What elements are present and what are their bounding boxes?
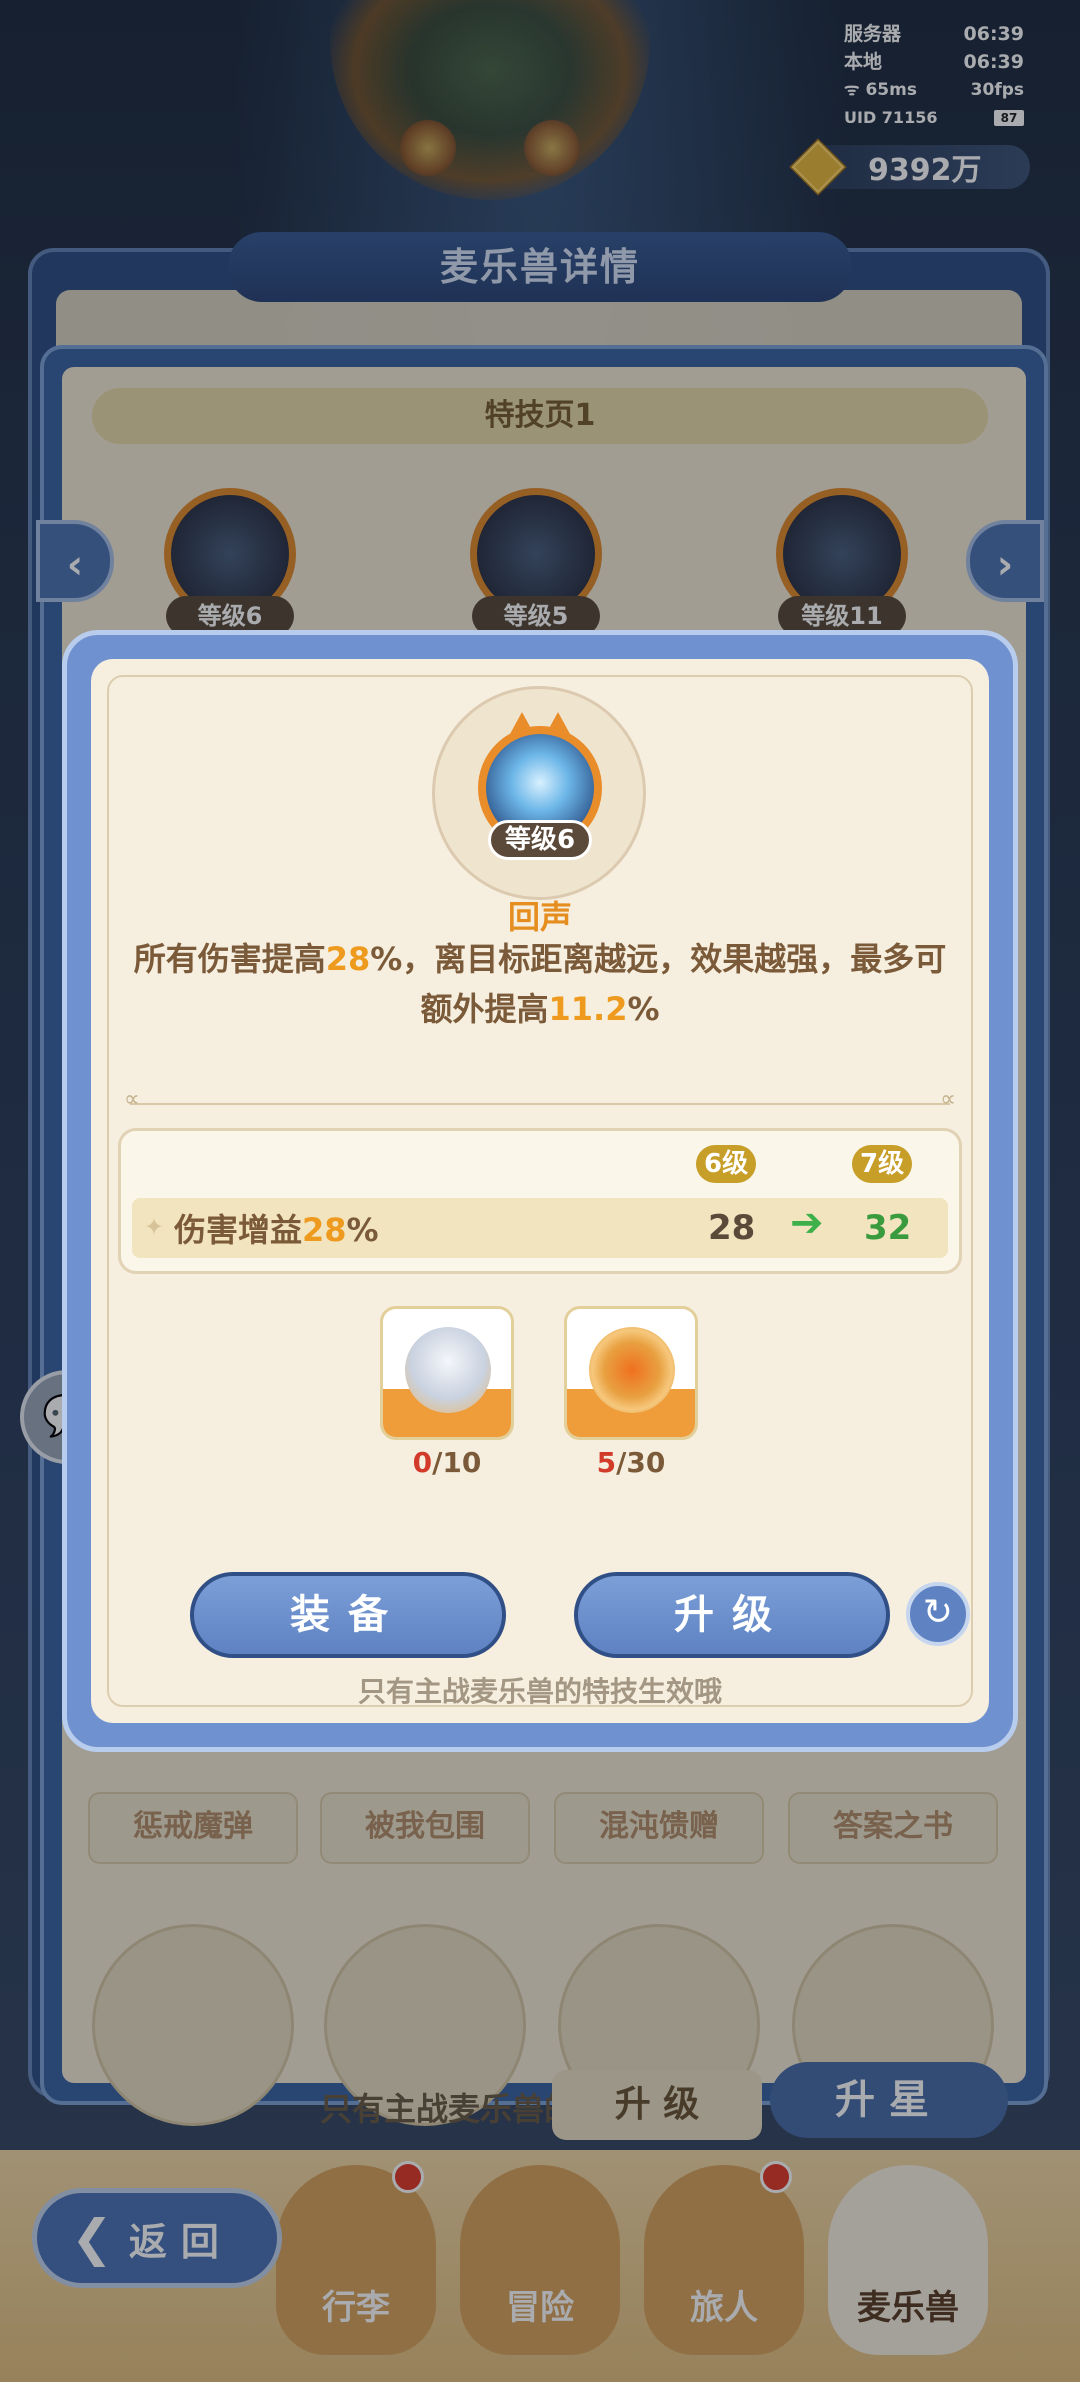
equip-button[interactable]: 装备 <box>190 1572 506 1658</box>
material-beast-fragment[interactable] <box>380 1306 514 1440</box>
material-count: 5/30 <box>596 1446 666 1479</box>
popup-level-tag: 等级6 <box>488 820 592 860</box>
skill-title: 回声 <box>507 898 572 936</box>
material-count: 0/10 <box>412 1446 482 1479</box>
upgrade-button[interactable]: 升级 <box>574 1572 890 1658</box>
stat-current-value: 28 <box>708 1208 756 1248</box>
popup-hint-text: 只有主战麦乐兽的特技生效哦 <box>357 1675 722 1708</box>
beast-fragment-icon <box>405 1327 491 1413</box>
diamond-icon: ✦ <box>144 1213 165 1241</box>
next-level-badge: 7级 <box>852 1145 913 1183</box>
stat-label: 伤害增益28% <box>174 1211 379 1249</box>
skill-medal-icon <box>589 1327 675 1413</box>
arrow-right-icon: ➔ <box>790 1200 824 1246</box>
divider <box>124 1087 956 1112</box>
stat-next-value: 32 <box>864 1208 912 1248</box>
refresh-icon[interactable]: ↻ <box>906 1582 970 1646</box>
current-level-badge: 6级 <box>696 1145 757 1183</box>
skill-description: 所有伤害提高28%，离目标距离越远，效果越强，最多可 额外提高11.2% <box>133 940 947 1028</box>
material-skill-medal[interactable] <box>564 1306 698 1440</box>
